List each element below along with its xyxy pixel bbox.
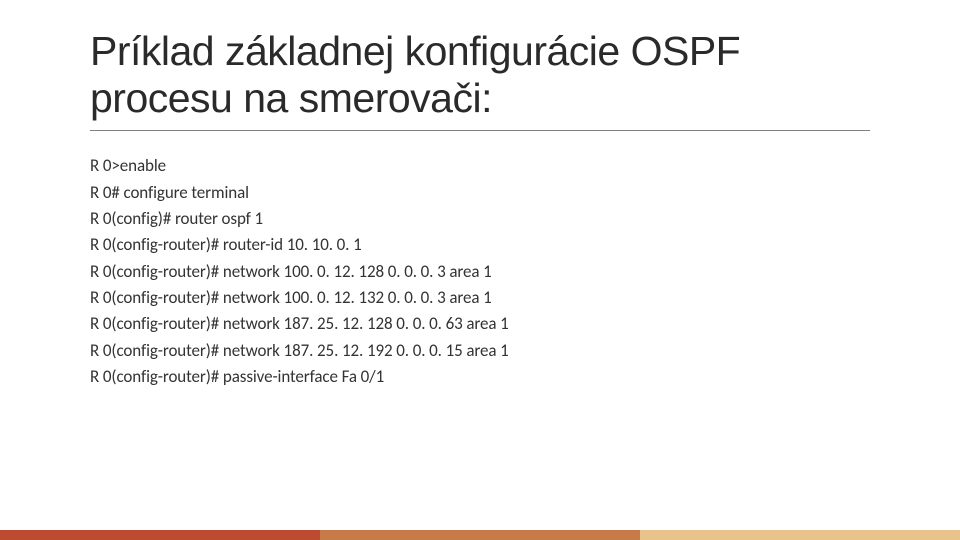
footer-segment-1	[0, 530, 320, 540]
config-line: R 0(config-router)# network 100. 0. 12. …	[90, 285, 870, 311]
config-block: R 0>enable R 0# configure terminal R 0(c…	[90, 153, 870, 390]
footer-segment-2	[320, 530, 640, 540]
config-line: R 0(config-router)# router-id 10. 10. 0.…	[90, 232, 870, 258]
config-line: R 0>enable	[90, 153, 870, 179]
title-underline	[90, 130, 870, 131]
config-line: R 0(config-router)# network 100. 0. 12. …	[90, 259, 870, 285]
footer-segment-3	[640, 530, 960, 540]
footer-bar	[0, 530, 960, 540]
config-line: R 0(config-router)# network 187. 25. 12.…	[90, 338, 870, 364]
slide-title: Príklad základnej konfigurácie OSPF proc…	[90, 28, 870, 122]
config-line: R 0(config-router)# network 187. 25. 12.…	[90, 311, 870, 337]
config-line: R 0(config-router)# passive-interface Fa…	[90, 364, 870, 390]
slide-content: Príklad základnej konfigurácie OSPF proc…	[0, 0, 960, 540]
config-line: R 0(config)# router ospf 1	[90, 206, 870, 232]
config-line: R 0# configure terminal	[90, 180, 870, 206]
